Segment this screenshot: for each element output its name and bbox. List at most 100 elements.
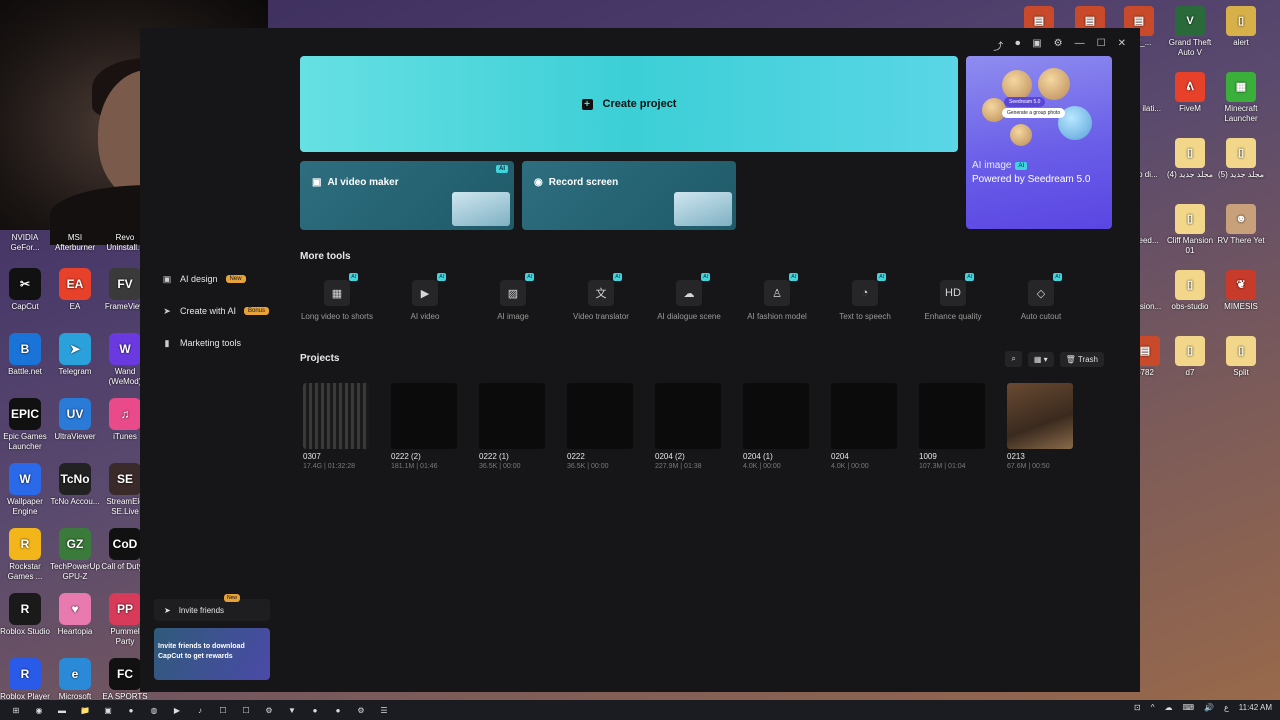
taskbar-app-icon[interactable]: ▬ bbox=[55, 703, 69, 717]
invite-promo-banner[interactable]: Invite friends to download CapCut to get… bbox=[154, 628, 270, 680]
desktop-icon[interactable]: R Rockstar Games ... bbox=[0, 528, 50, 582]
taskbar-app-icon[interactable]: ☐ bbox=[239, 703, 253, 717]
invite-friends-button[interactable]: ➤ Invite friends New bbox=[154, 594, 270, 621]
desktop-icon-label: TcNo Accou... bbox=[50, 497, 100, 506]
film-icon: ▣ bbox=[312, 177, 322, 188]
desktop-icon[interactable]: MSI Afterburner bbox=[50, 233, 100, 253]
desktop-icon[interactable]: ᕕ FiveM bbox=[1165, 72, 1215, 114]
taskbar-app-icon[interactable]: ▼ bbox=[285, 703, 299, 717]
desktop-icon[interactable]: TcNo TcNo Accou... bbox=[50, 463, 100, 507]
tray-icon[interactable]: ع bbox=[1224, 703, 1229, 712]
desktop-icon-label: مجلد جديد (4) bbox=[1166, 170, 1214, 179]
tool-ai-dialogue-scene[interactable]: ☁ AI AI dialogue scene bbox=[645, 273, 733, 321]
share-icon[interactable]: ⤴ bbox=[993, 38, 1003, 53]
tool-auto-cutout[interactable]: ◇ AI Auto cutout bbox=[997, 273, 1085, 321]
desktop-icon[interactable]: ▯ alert bbox=[1216, 6, 1266, 48]
project-card[interactable]: 0307 17.4G | 01:32:28 bbox=[303, 383, 369, 470]
project-card[interactable]: 0204 (1) 4.0K | 00:00 bbox=[743, 383, 809, 470]
taskbar-app-icon[interactable]: ▶ bbox=[170, 703, 184, 717]
create-project-button[interactable]: + Create project bbox=[300, 56, 958, 152]
desktop-icon[interactable]: NVIDIA GeFor... bbox=[0, 233, 50, 253]
project-card[interactable]: 0204 4.0K | 00:00 bbox=[831, 383, 897, 470]
minimize-icon[interactable]: — bbox=[1075, 38, 1085, 53]
ai-video-maker-card[interactable]: ▣ AI video maker AI bbox=[300, 161, 514, 230]
desktop-icon[interactable]: R Roblox Studio bbox=[0, 593, 50, 637]
sidebar-item-create-with-ai[interactable]: ➤ Create with AI Bonus bbox=[162, 306, 270, 316]
desktop-icon[interactable]: ▯ Cliff Mansion 01 bbox=[1165, 204, 1215, 256]
sidebar-item-marketing-tools[interactable]: ▮ Marketing tools bbox=[162, 338, 242, 349]
desktop-icon[interactable]: ➤ Telegram bbox=[50, 333, 100, 377]
taskbar-app-icon[interactable]: ☰ bbox=[377, 703, 391, 717]
tray-icon[interactable]: ⊡ bbox=[1134, 703, 1141, 712]
tool-ai-image[interactable]: ▨ AI AI image bbox=[469, 273, 557, 321]
project-card[interactable]: 0222 (2) 181.1M | 01:46 bbox=[391, 383, 457, 470]
desktop-icon[interactable]: ▯ d7 bbox=[1165, 336, 1215, 378]
tool-enhance-quality[interactable]: HD AI Enhance quality bbox=[909, 273, 997, 321]
tray-icon[interactable]: 🔊 bbox=[1204, 703, 1214, 712]
tool-text-to-speech[interactable]: ◔ AI Text to speech bbox=[821, 273, 909, 321]
taskbar-app-icon[interactable]: ⚙ bbox=[262, 703, 276, 717]
desktop-icon[interactable]: ♥ Heartopia bbox=[50, 593, 100, 637]
seedream-banner[interactable]: Seedream 5.0 Generate a group photo AI i… bbox=[966, 56, 1112, 229]
app-icon: W bbox=[9, 463, 41, 495]
tool-video-translator[interactable]: 文 AI Video translator bbox=[557, 273, 645, 321]
taskbar-app-icon[interactable]: ⊞ bbox=[9, 703, 23, 717]
sidebar-item-ai-design[interactable]: ▣ AI design New bbox=[162, 274, 246, 284]
desktop-icon[interactable]: EA EA bbox=[50, 268, 100, 312]
tray-icon[interactable]: ⌨ bbox=[1182, 703, 1194, 712]
trash-button[interactable]: 🗑 Trash bbox=[1059, 351, 1104, 367]
view-toggle-icon[interactable]: ▦ ▾ bbox=[1027, 351, 1054, 367]
desktop-icon[interactable]: ✂ CapCut bbox=[0, 268, 50, 312]
desktop-icon-label: d7 bbox=[1185, 368, 1195, 377]
taskbar-app-icon[interactable]: ● bbox=[124, 703, 138, 717]
desktop-icon[interactable]: V Grand Theft Auto V bbox=[1165, 6, 1215, 58]
tool-ai-video[interactable]: ▶ AI AI video bbox=[381, 273, 469, 321]
taskbar-app-icon[interactable]: ♪ bbox=[193, 703, 207, 717]
project-card[interactable]: 0222 36.5K | 00:00 bbox=[567, 383, 633, 470]
taskbar-app-icon[interactable]: ● bbox=[331, 703, 345, 717]
settings-icon[interactable]: ⚙ bbox=[1054, 38, 1063, 53]
taskbar-icons: ⊞ ◉ ▬ 📁 ▣ ● ◍ ▶ ♪ ☐ ☐ ⚙ ▼ ● ● ⚙ ☰ bbox=[0, 703, 391, 717]
taskbar-app-icon[interactable]: ◍ bbox=[147, 703, 161, 717]
project-name: 0204 (1) bbox=[743, 452, 773, 461]
desktop-icon[interactable]: W Wallpaper Engine bbox=[0, 463, 50, 517]
taskbar-app-icon[interactable]: ● bbox=[308, 703, 322, 717]
taskbar-app-icon[interactable]: ◉ bbox=[32, 703, 46, 717]
project-card[interactable]: 0222 (1) 36.5K | 00:00 bbox=[479, 383, 545, 470]
record-screen-card[interactable]: ◉ Record screen bbox=[522, 161, 736, 230]
desktop-icon[interactable]: ▯ مجلد جديد (5) bbox=[1216, 138, 1266, 180]
desktop-icon[interactable]: ❦ MIMESIS bbox=[1216, 270, 1266, 312]
taskbar-app-icon[interactable]: ⚙ bbox=[354, 703, 368, 717]
feedback-icon[interactable]: ▣ bbox=[1032, 38, 1041, 53]
taskbar-app-icon[interactable]: ☐ bbox=[216, 703, 230, 717]
tray-icon[interactable]: ☁ bbox=[1164, 703, 1172, 712]
desktop-icon[interactable]: R Roblox Player bbox=[0, 658, 50, 702]
search-icon[interactable]: ⌕ bbox=[1005, 351, 1022, 367]
desktop-icon[interactable]: ▯ obs-studio bbox=[1165, 270, 1215, 312]
desktop-icon[interactable]: GZ TechPowerUp GPU-Z bbox=[50, 528, 100, 582]
project-name: 0204 (2) bbox=[655, 452, 685, 461]
desktop-icon[interactable]: e Microsoft bbox=[50, 658, 100, 702]
tool-long-video-to-shorts[interactable]: ▦ AI Long video to shorts bbox=[293, 273, 381, 321]
tool-icon: 文 AI bbox=[588, 273, 622, 306]
maximize-icon[interactable]: ☐ bbox=[1097, 38, 1106, 53]
taskbar-app-icon[interactable]: ▣ bbox=[101, 703, 115, 717]
desktop-icon[interactable]: ▦ Minecraft Launcher bbox=[1216, 72, 1266, 124]
project-meta: 227.9M | 01:38 bbox=[655, 463, 702, 470]
record-icon[interactable]: ⏺ bbox=[1015, 38, 1020, 53]
taskbar-app-icon[interactable]: 📁 bbox=[78, 703, 92, 717]
clock[interactable]: 11:42 AM bbox=[1239, 703, 1272, 712]
desktop-icon[interactable]: ☻ RV There Yet bbox=[1216, 204, 1266, 246]
project-card[interactable]: 0204 (2) 227.9M | 01:38 bbox=[655, 383, 721, 470]
tray-icons: ⊡ ^ ☁ ⌨ 🔊 ع bbox=[1134, 703, 1229, 712]
desktop-icon[interactable]: UV UltraViewer bbox=[50, 398, 100, 442]
close-icon[interactable]: ✕ bbox=[1118, 38, 1126, 53]
tray-icon[interactable]: ^ bbox=[1151, 703, 1155, 712]
desktop-icon[interactable]: ▯ Split bbox=[1216, 336, 1266, 378]
project-card[interactable]: 0213 67.6M | 00:50 bbox=[1007, 383, 1073, 470]
desktop-icon[interactable]: ▯ مجلد جديد (4) bbox=[1165, 138, 1215, 180]
project-card[interactable]: 1009 107.3M | 01:04 bbox=[919, 383, 985, 470]
tool-ai-fashion-model[interactable]: ♙ AI AI fashion model bbox=[733, 273, 821, 321]
desktop-icon[interactable]: B Battle.net bbox=[0, 333, 50, 377]
desktop-icon[interactable]: EPIC Epic Games Launcher bbox=[0, 398, 50, 452]
